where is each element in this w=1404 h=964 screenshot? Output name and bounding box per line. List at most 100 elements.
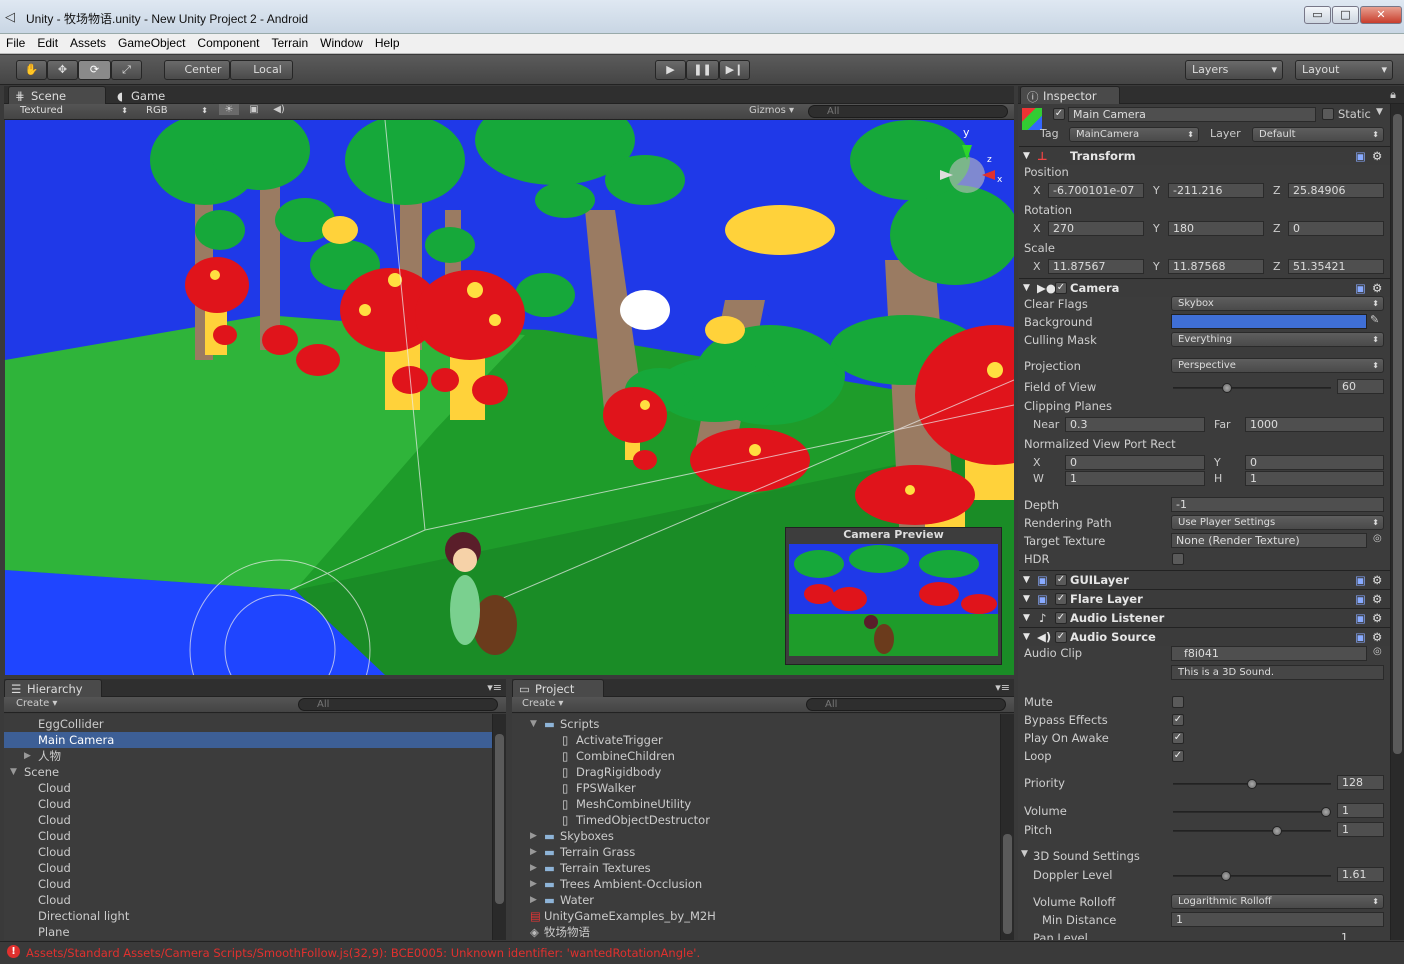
- collapse-arrow-icon[interactable]: ▶: [530, 844, 537, 860]
- project-search-input[interactable]: All: [806, 698, 1006, 711]
- hierarchy-item[interactable]: Directional light: [4, 908, 492, 924]
- tab-game[interactable]: ◖ Game: [108, 86, 188, 104]
- position-y-field[interactable]: -211.216: [1168, 183, 1264, 198]
- object-picker-icon[interactable]: ◎: [1373, 533, 1382, 544]
- viewport-x-field[interactable]: 0: [1065, 455, 1205, 470]
- help-book-icon[interactable]: ▣: [1355, 571, 1366, 589]
- scale-x-field[interactable]: 11.87567: [1048, 259, 1144, 274]
- scene-search-input[interactable]: All: [808, 105, 1008, 118]
- project-item[interactable]: ▶ ▬ Terrain Grass: [512, 844, 1000, 860]
- hierarchy-item[interactable]: Cloud: [4, 892, 492, 908]
- menu-gameobject[interactable]: GameObject: [112, 34, 191, 53]
- pivot-center-button[interactable]: Center: [164, 60, 230, 80]
- chevron-down-icon[interactable]: ▼: [1376, 107, 1383, 117]
- depth-field[interactable]: -1: [1171, 497, 1384, 512]
- tab-project[interactable]: ▭ Project: [512, 679, 604, 697]
- project-scrollbar[interactable]: [1000, 714, 1014, 940]
- menu-terrain[interactable]: Terrain: [265, 34, 314, 53]
- tab-hierarchy[interactable]: ☰ Hierarchy: [4, 679, 102, 697]
- audio-listener-enabled-checkbox[interactable]: ✓: [1055, 612, 1067, 624]
- project-item[interactable]: ▶ ▬ Water: [512, 892, 1000, 908]
- step-button[interactable]: ▶❙: [719, 60, 750, 80]
- viewport-y-field[interactable]: 0: [1245, 455, 1384, 470]
- project-item[interactable]: ▯ DragRigidbody: [512, 764, 1000, 780]
- gear-icon[interactable]: ⚙: [1372, 571, 1382, 589]
- flare-layer-enabled-checkbox[interactable]: ✓: [1055, 593, 1067, 605]
- flare-layer-header[interactable]: ▼ ▣ ✓ Flare Layer ▣ ⚙: [1019, 589, 1390, 608]
- priority-slider-knob[interactable]: [1247, 779, 1257, 789]
- gear-icon[interactable]: ⚙: [1372, 590, 1382, 608]
- hierarchy-item[interactable]: Cloud: [4, 844, 492, 860]
- background-color-swatch[interactable]: [1171, 314, 1367, 329]
- pause-button[interactable]: ❚❚: [686, 60, 719, 80]
- volume-slider[interactable]: [1173, 807, 1331, 817]
- menu-edit[interactable]: Edit: [31, 34, 64, 53]
- project-item[interactable]: ▯ FPSWalker: [512, 780, 1000, 796]
- far-field[interactable]: 1000: [1245, 417, 1384, 432]
- project-item[interactable]: ▯ TimedObjectDestructor: [512, 812, 1000, 828]
- hierarchy-item[interactable]: Main Camera: [4, 732, 492, 748]
- collapse-arrow-icon[interactable]: ▶: [530, 828, 537, 844]
- project-item[interactable]: ▶ ▬ Terrain Textures: [512, 860, 1000, 876]
- min-distance-field[interactable]: 1: [1171, 912, 1384, 927]
- rotation-x-field[interactable]: 270: [1048, 221, 1144, 236]
- collapse-arrow-icon[interactable]: ▶: [24, 748, 31, 764]
- bypass-effects-checkbox[interactable]: ✓: [1172, 714, 1184, 726]
- object-name-field[interactable]: Main Camera: [1068, 107, 1316, 122]
- project-item[interactable]: ▼ ▬ Scripts: [512, 716, 1000, 732]
- loop-checkbox[interactable]: ✓: [1172, 750, 1184, 762]
- project-item[interactable]: ▯ ActivateTrigger: [512, 732, 1000, 748]
- tab-scene[interactable]: ⋕ Scene: [8, 86, 106, 104]
- menu-help[interactable]: Help: [369, 34, 406, 53]
- culling-mask-dropdown[interactable]: Everything: [1171, 332, 1384, 347]
- expand-arrow-icon[interactable]: ▼: [10, 764, 17, 780]
- position-x-field[interactable]: -6.700101e-07: [1048, 183, 1144, 198]
- viewport-h-field[interactable]: 1: [1245, 471, 1384, 486]
- layers-dropdown[interactable]: Layers ▾: [1185, 60, 1283, 80]
- pivot-local-button[interactable]: Local: [230, 60, 293, 80]
- near-field[interactable]: 0.3: [1065, 417, 1205, 432]
- project-item[interactable]: ▤ UnityGameExamples_by_M2H: [512, 908, 1000, 924]
- hierarchy-scrollbar[interactable]: [492, 714, 506, 940]
- hierarchy-search-input[interactable]: All: [298, 698, 498, 711]
- panel-menu-icon[interactable]: ▾≡: [487, 681, 502, 694]
- move-tool-button[interactable]: ✥: [47, 60, 78, 80]
- hdr-checkbox[interactable]: [1172, 553, 1184, 565]
- lock-icon[interactable]: 🔒︎: [1390, 88, 1396, 102]
- menu-window[interactable]: Window: [314, 34, 369, 53]
- hierarchy-item[interactable]: Cloud: [4, 876, 492, 892]
- rotation-z-field[interactable]: 0: [1288, 221, 1384, 236]
- guilayer-header[interactable]: ▼ ▣ ✓ GUILayer ▣ ⚙: [1019, 570, 1390, 589]
- help-book-icon[interactable]: ▣: [1355, 279, 1366, 297]
- inspector-scrollbar[interactable]: [1390, 104, 1404, 940]
- menu-file[interactable]: File: [0, 34, 31, 53]
- clear-flags-dropdown[interactable]: Skybox: [1171, 296, 1384, 311]
- lighting-toggle-icon[interactable]: ☀: [219, 104, 239, 115]
- volume-slider-knob[interactable]: [1321, 807, 1331, 817]
- project-item[interactable]: ▯ CombineChildren: [512, 748, 1000, 764]
- tab-inspector[interactable]: ⓘ Inspector: [1020, 86, 1120, 104]
- maximize-button[interactable]: □: [1332, 6, 1359, 24]
- menu-assets[interactable]: Assets: [64, 34, 112, 53]
- eyedropper-icon[interactable]: ✎: [1370, 313, 1379, 326]
- audio-source-enabled-checkbox[interactable]: ✓: [1055, 631, 1067, 643]
- panel-menu-icon[interactable]: ▾≡: [995, 681, 1010, 694]
- object-active-checkbox[interactable]: ✓: [1053, 108, 1065, 120]
- object-picker-icon[interactable]: ◎: [1373, 646, 1382, 657]
- priority-field[interactable]: 128: [1337, 775, 1384, 790]
- volume-field[interactable]: 1: [1337, 803, 1384, 818]
- play-on-awake-checkbox[interactable]: ✓: [1172, 732, 1184, 744]
- audio-listener-header[interactable]: ▼ ♪ ✓ Audio Listener ▣ ⚙: [1019, 608, 1390, 627]
- gizmos-dropdown[interactable]: Gizmos ▾: [749, 105, 794, 116]
- doppler-field[interactable]: 1.61: [1337, 867, 1384, 882]
- audio-toggle-icon[interactable]: ◀): [269, 104, 289, 115]
- project-item[interactable]: ▶ ▬ Skyboxes: [512, 828, 1000, 844]
- help-book-icon[interactable]: ▣: [1355, 147, 1366, 165]
- layout-dropdown[interactable]: Layout ▾: [1295, 60, 1393, 80]
- foldout-arrow-icon[interactable]: ▼: [1023, 590, 1030, 608]
- foldout-arrow-icon[interactable]: ▼: [1023, 571, 1030, 589]
- expand-arrow-icon[interactable]: ▼: [530, 716, 537, 732]
- close-button[interactable]: ✕: [1360, 6, 1402, 24]
- hierarchy-item[interactable]: ▼ Scene: [4, 764, 492, 780]
- hierarchy-item[interactable]: Cloud: [4, 796, 492, 812]
